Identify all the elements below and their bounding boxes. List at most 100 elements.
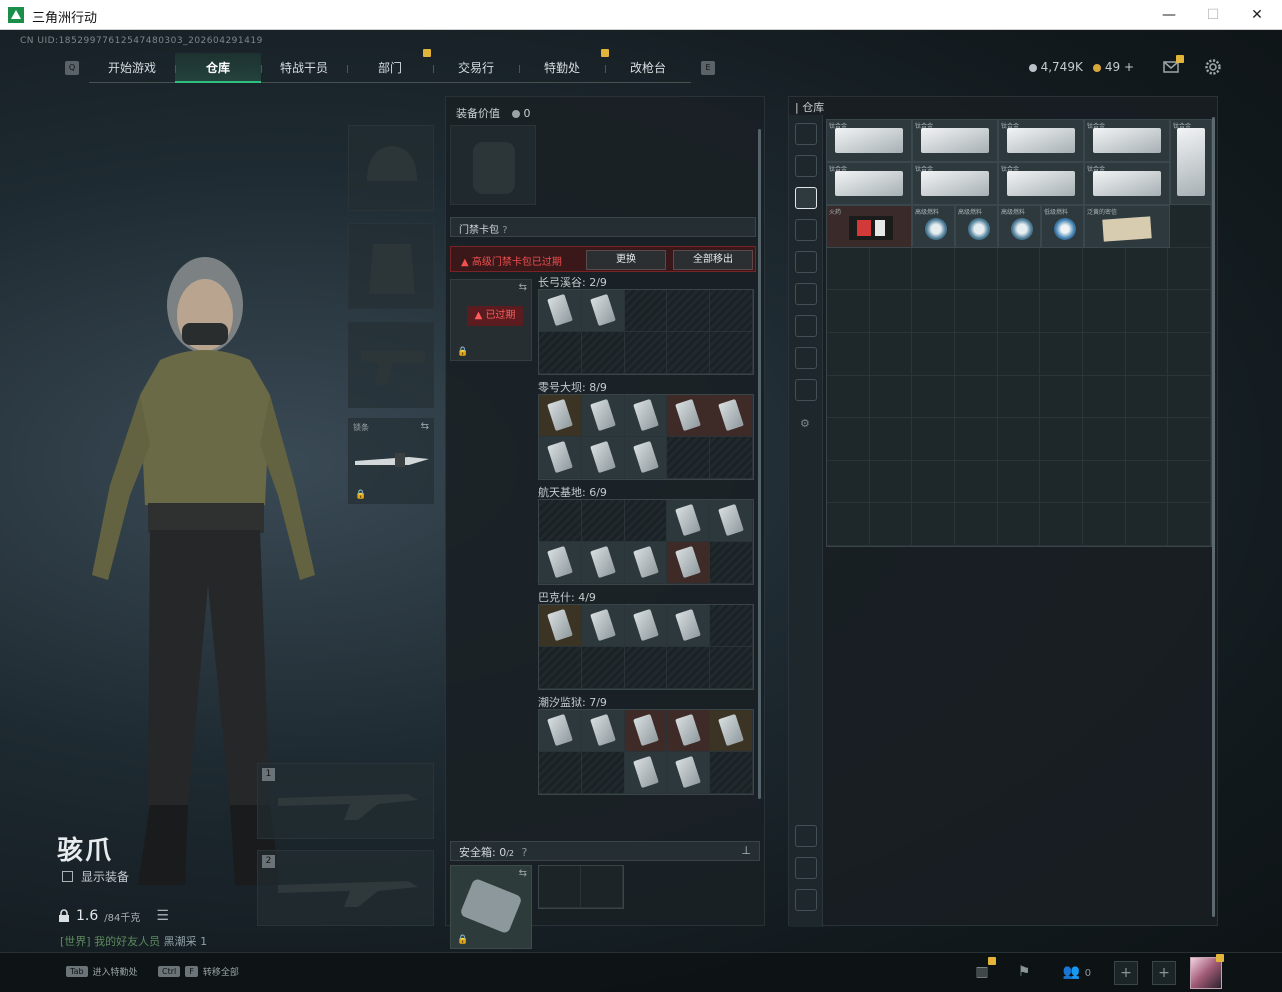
warehouse-cell[interactable] <box>997 460 1041 504</box>
warehouse-cell[interactable] <box>1125 332 1169 376</box>
warehouse-cell[interactable] <box>827 503 870 546</box>
low-fuel-item[interactable]: 低级燃料 <box>1041 205 1084 248</box>
empty-cell[interactable] <box>667 290 711 332</box>
loadout-scrollbar[interactable] <box>758 129 761 799</box>
warehouse-cell[interactable] <box>1040 375 1083 419</box>
warehouse-cell[interactable] <box>955 503 998 546</box>
warehouse-cell[interactable] <box>1125 460 1169 504</box>
warehouse-cell[interactable] <box>912 247 955 291</box>
empty-cell[interactable] <box>624 500 668 542</box>
warehouse-cell[interactable] <box>1040 247 1083 291</box>
warehouse-cell[interactable] <box>869 290 913 333</box>
warehouse-cell[interactable] <box>869 247 913 291</box>
nav-prev-key-icon[interactable]: Q <box>65 61 79 75</box>
empty-cell[interactable] <box>710 332 753 374</box>
empty-cell[interactable] <box>710 752 753 794</box>
keycard-cell[interactable] <box>539 437 582 479</box>
warehouse-cell[interactable] <box>827 375 870 419</box>
warehouse-cell[interactable] <box>1040 460 1083 504</box>
warehouse-cell[interactable] <box>869 375 913 419</box>
keycard-cell[interactable] <box>539 710 582 752</box>
warehouse-cell[interactable] <box>997 418 1041 461</box>
warehouse-cell[interactable] <box>1040 418 1083 461</box>
primary-weapon-slot-1[interactable]: 1 <box>257 763 434 839</box>
empty-cell[interactable] <box>667 437 711 479</box>
warehouse-cell[interactable] <box>1083 503 1126 546</box>
warehouse-cell[interactable] <box>912 375 955 419</box>
warehouse-cell[interactable] <box>997 375 1041 419</box>
chat-line[interactable]: [世界] 我的好友人员 黑潮采 1 <box>60 933 207 949</box>
warehouse-cell[interactable] <box>912 460 955 504</box>
keycard-cell[interactable] <box>624 395 668 437</box>
titanium-plate-item[interactable]: 钛合金 <box>826 162 912 205</box>
keycard-cell[interactable] <box>581 395 625 437</box>
warehouse-cell[interactable] <box>1083 290 1126 333</box>
primary-weapon-slot-2[interactable]: 2 <box>257 850 434 926</box>
secret-letter-item[interactable]: 泛黄的密信 <box>1084 205 1170 248</box>
category-all-icon[interactable] <box>795 123 817 145</box>
flag-icon[interactable]: ⚑ <box>1012 961 1036 985</box>
safe-box-slot[interactable]: ⇆ 🔒 <box>450 865 532 949</box>
backpack-slot[interactable] <box>450 125 536 205</box>
keycard-cell[interactable] <box>710 710 753 752</box>
stats-icon[interactable]: ▥ <box>970 957 996 985</box>
swap-icon[interactable]: ⇆ <box>519 868 527 879</box>
keycard-cell[interactable] <box>581 710 625 752</box>
empty-cell[interactable] <box>710 647 753 689</box>
warehouse-cell[interactable] <box>1125 503 1169 546</box>
warehouse-cell[interactable] <box>1168 205 1211 248</box>
empty-cell[interactable] <box>581 332 625 374</box>
warehouse-cell[interactable] <box>1125 290 1169 333</box>
keycard-cell[interactable] <box>539 290 582 332</box>
warehouse-cell[interactable] <box>1125 247 1169 291</box>
warehouse-cell[interactable] <box>1168 375 1211 419</box>
category-page-5-icon[interactable] <box>795 283 817 305</box>
titanium-plate-item[interactable]: 钛合金 <box>998 119 1084 162</box>
keycard-cell[interactable] <box>667 542 711 584</box>
add-party-slot-2-button[interactable]: + <box>1152 961 1176 985</box>
warehouse-cell[interactable] <box>912 418 955 461</box>
empty-cell[interactable] <box>539 752 582 794</box>
layers-icon[interactable] <box>795 857 817 879</box>
friends-button[interactable]: 👥 0 <box>1060 961 1094 985</box>
keycard-cell[interactable] <box>539 395 582 437</box>
tab-gunsmith[interactable]: 改枪台 <box>605 53 691 83</box>
category-page-6-icon[interactable] <box>795 315 817 337</box>
warehouse-cell[interactable] <box>955 247 998 291</box>
add-currency-button[interactable]: + <box>1124 60 1134 74</box>
warehouse-scrollbar[interactable] <box>1212 117 1215 917</box>
titanium-plate-item[interactable]: 钛合金 <box>912 119 998 162</box>
keycard-cell[interactable] <box>667 710 711 752</box>
warehouse-cell[interactable] <box>827 332 870 376</box>
keycard-cell[interactable] <box>581 542 625 584</box>
warehouse-cell[interactable] <box>1168 290 1211 333</box>
category-page-2-icon[interactable] <box>795 187 817 209</box>
category-page-3-icon[interactable] <box>795 219 817 241</box>
pin-icon[interactable]: ⊥ <box>741 844 751 857</box>
remove-all-button[interactable]: 全部移出 <box>673 250 753 270</box>
warehouse-cell[interactable] <box>1083 375 1126 419</box>
premium-fuel-item[interactable]: 高级燃料 <box>955 205 998 248</box>
keycard-cell[interactable] <box>624 437 668 479</box>
hint-special-ops[interactable]: Tab 进入特勤处 <box>66 965 138 978</box>
melee-slot[interactable]: 锁条 ⇆ 🔒 <box>348 418 434 504</box>
warehouse-cell[interactable] <box>955 460 998 504</box>
warehouse-cell[interactable] <box>912 503 955 546</box>
empty-cell[interactable] <box>710 542 753 584</box>
warehouse-cell[interactable] <box>1168 332 1211 376</box>
player-avatar[interactable] <box>1190 954 1224 989</box>
premium-fuel-item[interactable]: 高级燃料 <box>912 205 955 248</box>
tab-warehouse[interactable]: 仓库 <box>175 53 261 83</box>
sort-icon[interactable] <box>795 825 817 847</box>
titanium-plate-item[interactable]: 钛合金 <box>1084 119 1170 162</box>
keycard-pack-slot[interactable]: ⇆ ▲ 已过期 🔒 <box>450 279 532 361</box>
mail-icon[interactable] <box>1162 55 1184 76</box>
titanium-plate-item[interactable]: 钛合金 <box>1084 162 1170 205</box>
keycard-cell[interactable] <box>581 290 625 332</box>
empty-cell[interactable] <box>667 332 711 374</box>
titanium-plate-item[interactable]: 钛合金 <box>1170 119 1212 205</box>
hint-transfer-all[interactable]: Ctrl F 转移全部 <box>158 965 239 978</box>
category-page-4-icon[interactable] <box>795 251 817 273</box>
pistol-slot[interactable] <box>348 322 434 408</box>
category-page-1-icon[interactable] <box>795 155 817 177</box>
